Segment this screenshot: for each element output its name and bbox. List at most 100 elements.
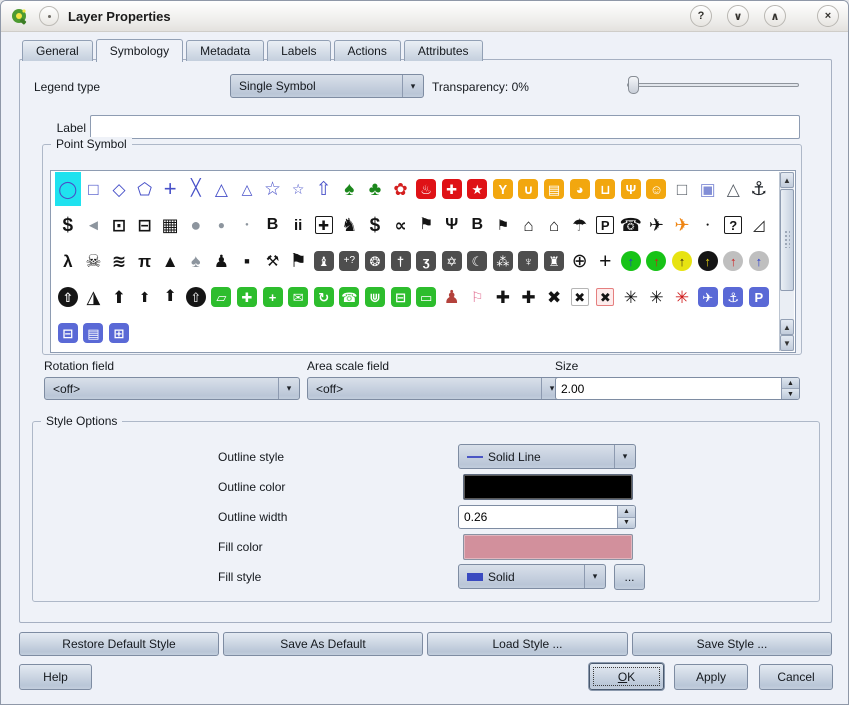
symbol-x-boxed[interactable]: ✖	[567, 280, 593, 314]
symbol-fuel2[interactable]: B	[465, 208, 491, 242]
symbol-building[interactable]: ▦	[157, 208, 183, 242]
symbol-recycle[interactable]: ↻	[311, 280, 337, 314]
symbol-hiking[interactable]: ♟	[209, 244, 235, 278]
chevron-down-icon[interactable]: ▾	[584, 565, 605, 588]
symbol-pub[interactable]: ⊔	[592, 172, 618, 206]
symbol-golf[interactable]: ⚑	[490, 208, 516, 242]
size-input[interactable]	[556, 378, 781, 399]
symbol-bed[interactable]: ▭	[413, 280, 439, 314]
size-spinbox[interactable]: ▲ ▼	[555, 377, 800, 400]
symbol-arrow-gray-red[interactable]: ↑	[720, 244, 746, 278]
chevron-down-icon[interactable]: ▾	[402, 75, 423, 97]
symbol-mail[interactable]: ✉	[285, 280, 311, 314]
restore-default-style-button[interactable]: Restore Default Style	[19, 632, 219, 656]
symbol-car[interactable]: ⊟	[132, 208, 158, 242]
symbol-bar[interactable]: Y	[490, 172, 516, 206]
help-button[interactable]: Help	[19, 664, 92, 690]
symbol-money[interactable]: $	[55, 208, 81, 242]
symbol-fuel[interactable]: B	[260, 208, 286, 242]
symbol-square[interactable]: □	[81, 172, 107, 206]
outline-width-spinbox[interactable]: ▲ ▼	[458, 505, 636, 529]
chevron-down-icon[interactable]: ▾	[614, 445, 635, 468]
tab-labels[interactable]: Labels	[267, 40, 330, 61]
symbol-plus-outline[interactable]: +	[260, 280, 286, 314]
label-input[interactable]	[90, 115, 800, 139]
ok-button[interactable]: OK	[589, 663, 664, 690]
close-button[interactable]: ×	[817, 5, 839, 27]
symbol-cross-x[interactable]: ╳	[183, 172, 209, 206]
symbol-knife-fork[interactable]: Ψ	[439, 208, 465, 242]
symbol-arrow-yellow-black[interactable]: ↑	[669, 244, 695, 278]
symbol-taxi[interactable]: ⊟	[55, 316, 81, 350]
symbol-cart[interactable]: ⊟	[388, 280, 414, 314]
symbol-parking-blue[interactable]: P	[746, 280, 772, 314]
symbol-dharma-wheel[interactable]: ❂	[362, 244, 388, 278]
symbol-compass[interactable]: ⊕	[567, 244, 593, 278]
symbol-skull[interactable]: ☠	[81, 244, 107, 278]
window-menu-button[interactable]	[39, 6, 59, 26]
symbol-skiing[interactable]: λ	[55, 244, 81, 278]
symbol-arrow-black-yellow[interactable]: ↑	[695, 244, 721, 278]
symbol-house[interactable]: ⌂	[541, 208, 567, 242]
symbol-airstrip[interactable]: ✈	[669, 208, 695, 242]
spin-up-icon[interactable]: ▲	[782, 378, 799, 389]
symbol-north-arrow[interactable]: ◮	[81, 280, 107, 314]
transparency-slider[interactable]	[627, 75, 799, 95]
spin-down-icon[interactable]: ▼	[618, 518, 635, 529]
symbol-asterisk-blue-center[interactable]: ✳	[644, 280, 670, 314]
symbol-cafe[interactable]: ∪	[516, 172, 542, 206]
outline-width-input[interactable]	[459, 506, 617, 528]
outline-style-combo[interactable]: Solid Line ▾	[458, 444, 636, 469]
symbol-museum[interactable]: ♜	[541, 244, 567, 278]
shade-up-button[interactable]: ∧	[764, 5, 786, 27]
symbol-questions[interactable]: +?	[337, 244, 363, 278]
symbol-diamond[interactable]: ◇	[106, 172, 132, 206]
symbol-asterisk-red[interactable]: ✳	[669, 280, 695, 314]
cancel-button[interactable]: Cancel	[759, 664, 833, 690]
symbol-lodging[interactable]: ⌂	[516, 208, 542, 242]
symbol-camera[interactable]: ⊡	[106, 208, 132, 242]
slider-handle[interactable]	[628, 76, 639, 94]
rotation-field-combo[interactable]: <off> ▾	[44, 377, 300, 400]
symbol-restaurant[interactable]: Ψ	[618, 172, 644, 206]
symbol-triangle[interactable]: △	[209, 172, 235, 206]
symbol-circle-small[interactable]: ●	[234, 208, 260, 242]
symbol-equilateral-triangle[interactable]: △	[234, 172, 260, 206]
tab-general[interactable]: General	[22, 40, 93, 61]
tab-metadata[interactable]: Metadata	[186, 40, 264, 61]
spin-down-icon[interactable]: ▼	[782, 389, 799, 399]
symbol-arrow-north-flag[interactable]: ⬆	[132, 280, 158, 314]
slider-groove[interactable]	[627, 83, 799, 87]
fill-style-more-button[interactable]: ...	[614, 564, 645, 590]
symbol-phone-green[interactable]: ☎	[337, 280, 363, 314]
symbol-star[interactable]: ☆	[260, 172, 286, 206]
symbol-toilets[interactable]: ii	[285, 208, 311, 242]
symbol-money2[interactable]: $	[362, 208, 388, 242]
symbol-question[interactable]: ?	[720, 208, 746, 242]
symbol-bus[interactable]: ▤	[81, 316, 107, 350]
symbol-square-plain[interactable]: □	[669, 172, 695, 206]
scroll-down-icon[interactable]: ▼	[780, 335, 794, 351]
symbol-parachute[interactable]: ☂	[567, 208, 593, 242]
symbol-asterisk[interactable]: ✳	[618, 280, 644, 314]
symbol-gray-tree[interactable]: ♠	[183, 244, 209, 278]
symbol-x-large[interactable]: ✖	[541, 280, 567, 314]
symbol-cinema[interactable]: ▤	[541, 172, 567, 206]
symbol-golf-flag-pink[interactable]: ⚐	[465, 280, 491, 314]
symbol-jewish[interactable]: ✡	[439, 244, 465, 278]
fill-color-swatch[interactable]	[463, 534, 633, 560]
symbol-islamic[interactable]: ☾	[465, 244, 491, 278]
symbol-pine-tree[interactable]: ♠	[337, 172, 363, 206]
symbol-harbor[interactable]: ⚓	[720, 280, 746, 314]
symbol-square-inner[interactable]: ▣	[695, 172, 721, 206]
symbol-arrow-green-red[interactable]: ↑	[644, 244, 670, 278]
symbol-arrow-green-blue[interactable]: ↑	[618, 244, 644, 278]
symbol-ticket[interactable]: ▱	[209, 280, 235, 314]
save-as-default-button[interactable]: Save As Default	[223, 632, 423, 656]
symbol-swimming[interactable]: ≋	[106, 244, 132, 278]
symbol-pentagon[interactable]: ⬠	[132, 172, 158, 206]
symbol-telephone[interactable]: ☎	[618, 208, 644, 242]
symbol-crosshair-dot[interactable]: ✚	[490, 280, 516, 314]
fill-style-combo[interactable]: Solid ▾	[458, 564, 606, 589]
symbol-parking[interactable]: P	[592, 208, 618, 242]
